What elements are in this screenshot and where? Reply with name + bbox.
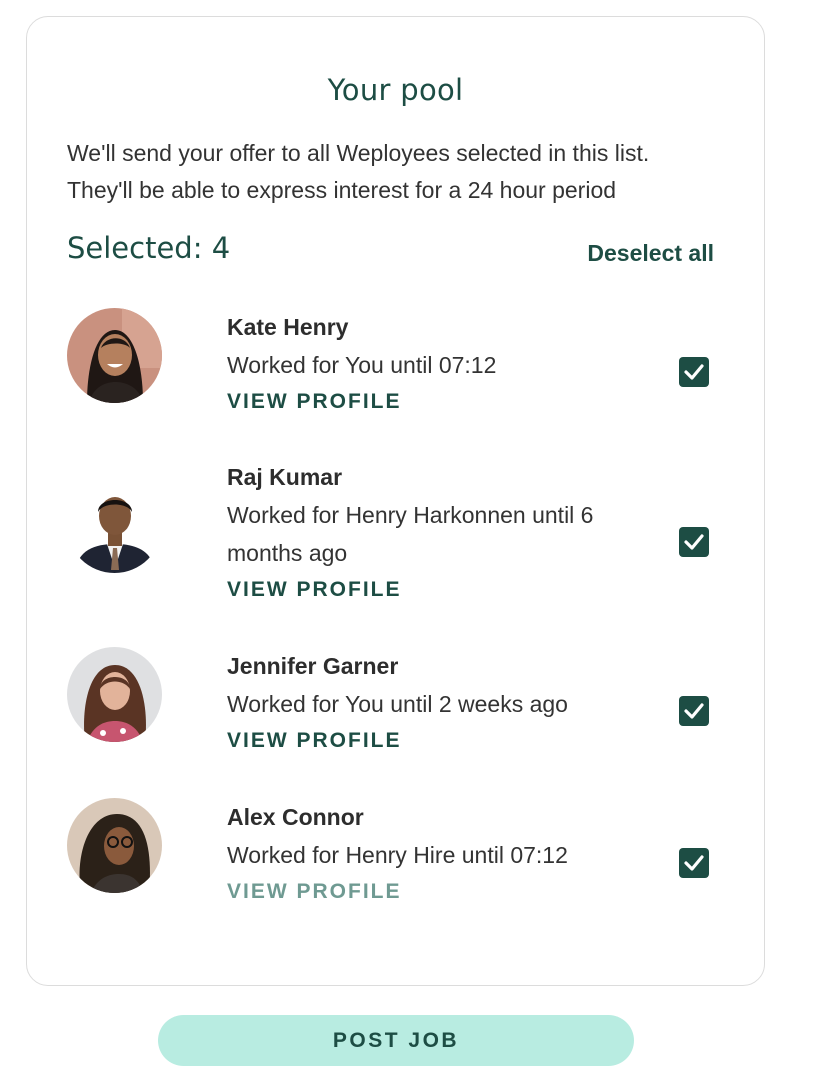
intro-line: We'll send your offer to all Weployees s… bbox=[67, 140, 650, 166]
checkmark-icon bbox=[684, 364, 704, 380]
view-profile-link[interactable]: VIEW PROFILE bbox=[227, 390, 402, 414]
avatar bbox=[67, 478, 162, 573]
person-name: Raj Kumar bbox=[227, 464, 343, 490]
intro-text: We'll send your offer to all Weployees s… bbox=[67, 135, 747, 209]
selected-count: Selected: 4 bbox=[67, 231, 230, 265]
select-checkbox[interactable] bbox=[679, 527, 709, 557]
selected-label: Selected: 4 bbox=[67, 231, 231, 265]
person-info: Alex Connor Worked for Henry Hire until … bbox=[227, 802, 647, 904]
person-history: Worked for You until 07:12 bbox=[227, 352, 497, 378]
person-history: Worked for Henry Hire until 07:12 bbox=[227, 842, 568, 868]
select-checkbox[interactable] bbox=[679, 357, 709, 387]
select-checkbox[interactable] bbox=[679, 696, 709, 726]
avatar bbox=[67, 647, 162, 742]
checkmark-icon bbox=[684, 534, 704, 550]
person-name: Alex Connor bbox=[227, 804, 364, 830]
person-info: Raj Kumar Worked for Henry Harkonnen unt… bbox=[227, 462, 647, 602]
post-job-button[interactable]: POST JOB bbox=[158, 1015, 634, 1066]
pool-card: Your pool We'll send your offer to all W… bbox=[26, 16, 765, 986]
person-name: Jennifer Garner bbox=[227, 653, 399, 679]
avatar bbox=[67, 798, 162, 893]
view-profile-link[interactable]: VIEW PROFILE bbox=[227, 729, 402, 753]
view-profile-link[interactable]: VIEW PROFILE bbox=[227, 578, 402, 602]
view-profile-link[interactable]: VIEW PROFILE bbox=[227, 880, 402, 904]
select-checkbox[interactable] bbox=[679, 848, 709, 878]
person-history: Worked for You until 2 weeks ago bbox=[227, 691, 568, 717]
avatar bbox=[67, 308, 162, 403]
person-info: Jennifer Garner Worked for You until 2 w… bbox=[227, 651, 647, 753]
person-info: Kate Henry Worked for You until 07:12 VI… bbox=[227, 312, 647, 414]
intro-line: They'll be able to express interest for … bbox=[67, 177, 617, 203]
page-title: Your pool bbox=[327, 73, 464, 107]
person-name: Kate Henry bbox=[227, 314, 349, 340]
person-history: Worked for Henry Harkonnen until 6 month… bbox=[227, 502, 594, 566]
checkmark-icon bbox=[684, 703, 704, 719]
deselect-all-button[interactable]: Deselect all bbox=[587, 240, 714, 267]
checkmark-icon bbox=[684, 855, 704, 871]
